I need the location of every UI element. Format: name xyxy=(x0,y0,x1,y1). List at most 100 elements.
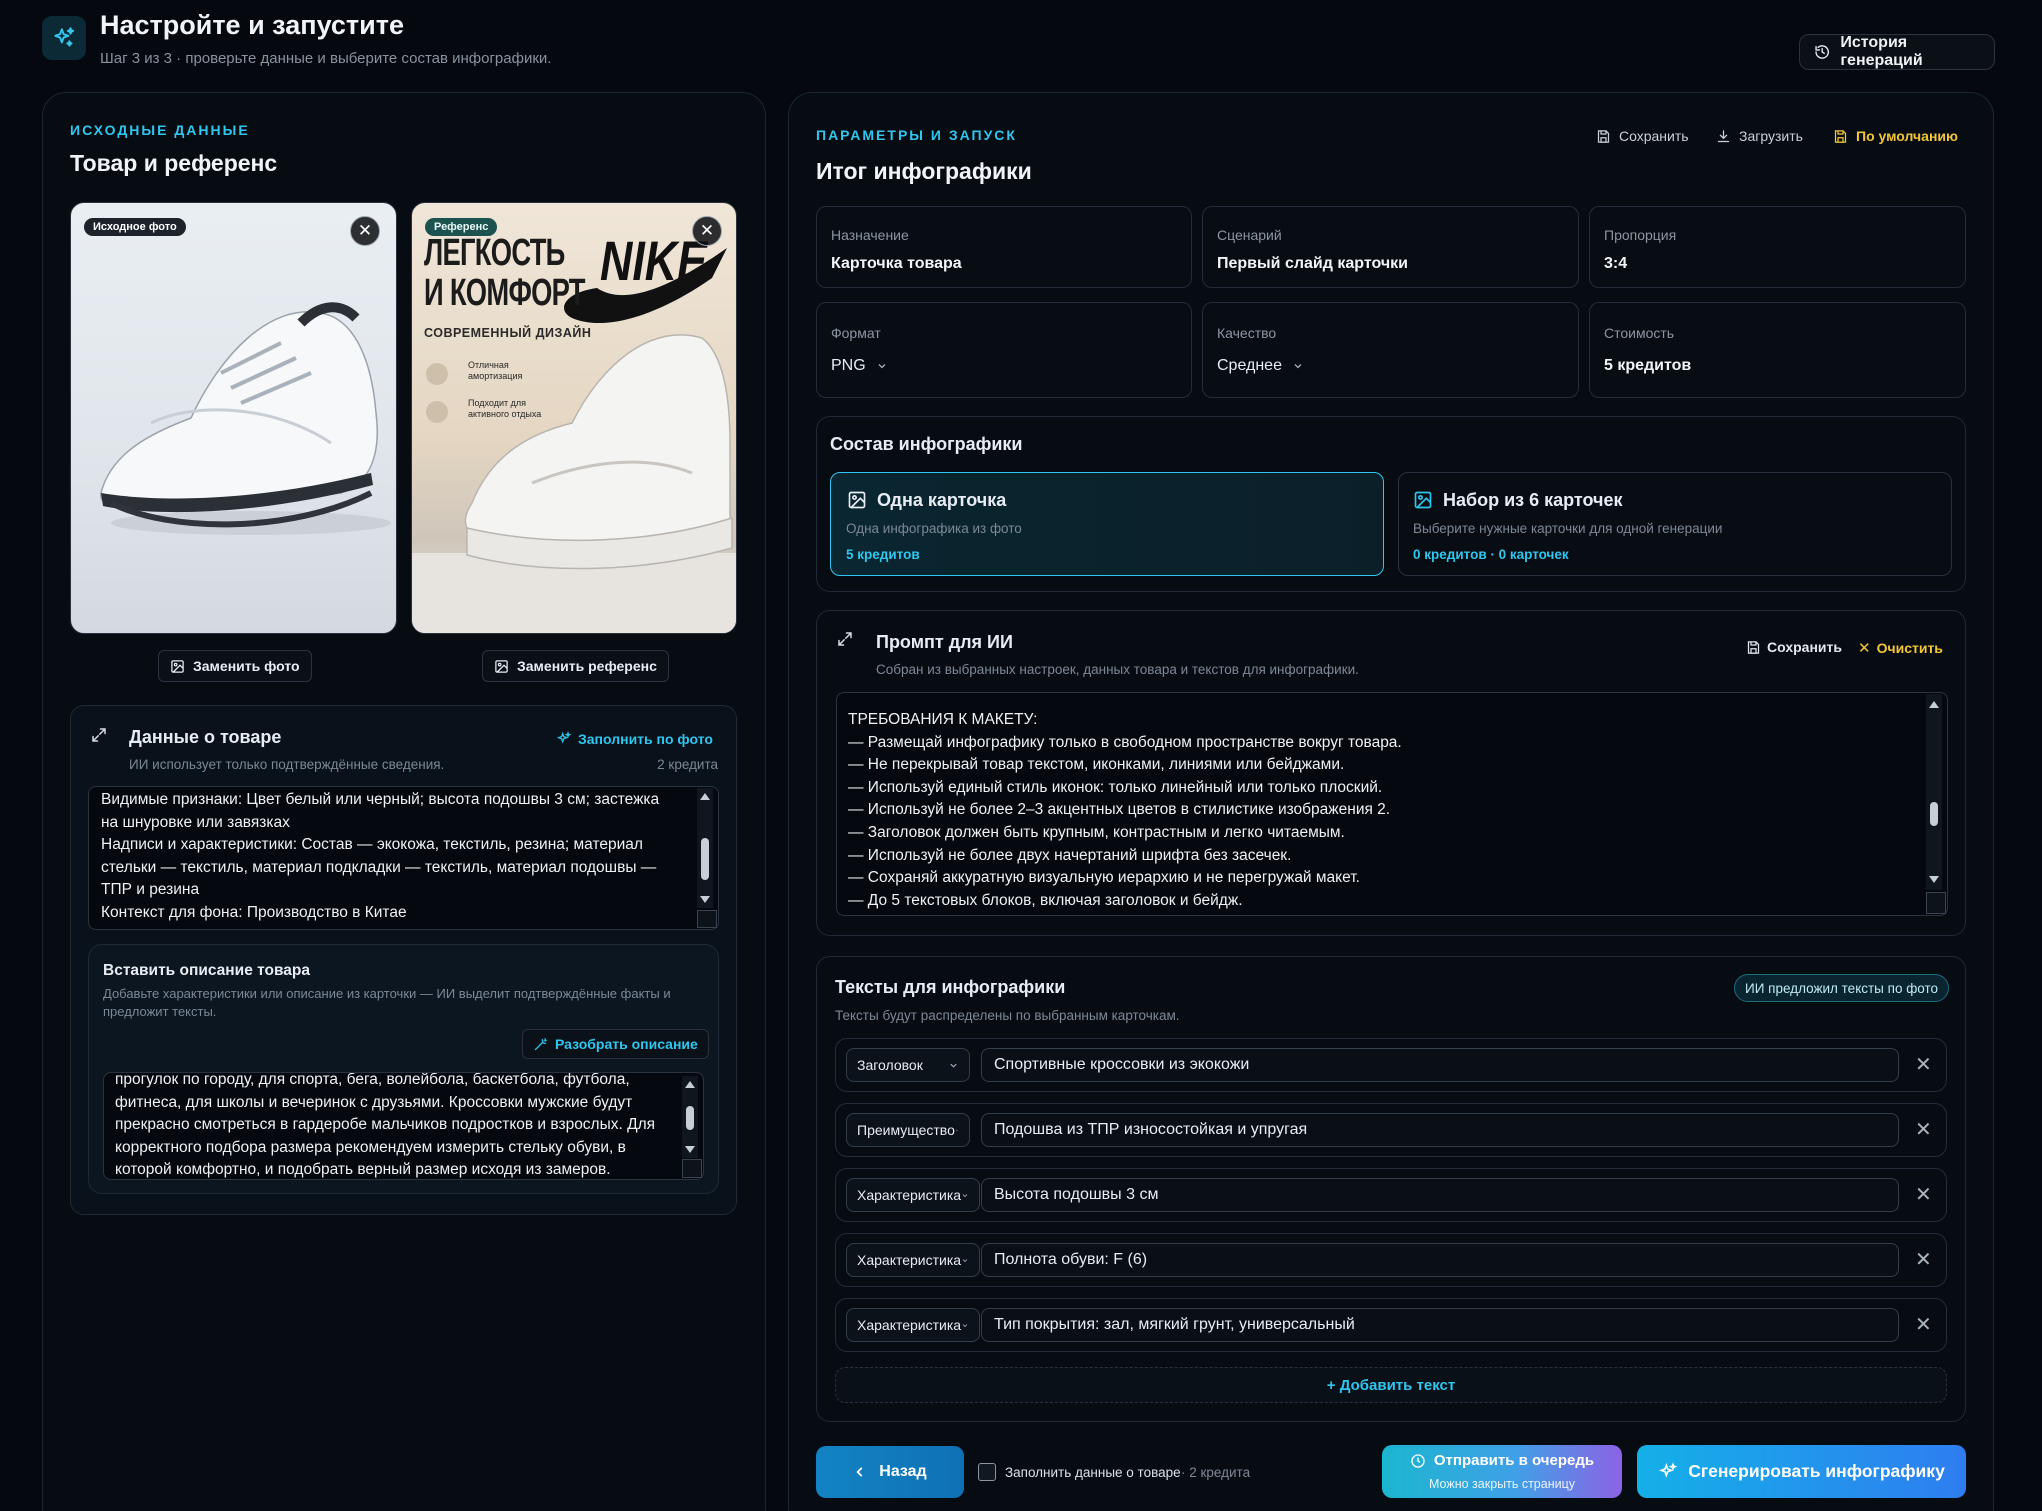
sneaker-photo-image xyxy=(100,302,391,535)
close-icon: ✕ xyxy=(1915,1119,1932,1141)
close-icon: ✕ xyxy=(699,221,715,240)
text-type-select[interactable]: Заголовок xyxy=(846,1048,970,1082)
texts-subtitle: Тексты будут распределены по выбранным к… xyxy=(835,1008,1180,1023)
remove-text-button[interactable]: ✕ xyxy=(1915,1117,1932,1142)
resize-handle[interactable] xyxy=(1926,892,1946,914)
text-type-select[interactable]: Характеристика xyxy=(846,1308,980,1342)
description-scrollbar[interactable] xyxy=(682,1076,698,1158)
description-line: фитнеса, для школы и вечеринок с друзьям… xyxy=(115,1093,633,1111)
text-row: Характеристика Тип покрытия: зал, мягкий… xyxy=(835,1298,1947,1352)
text-type-select[interactable]: Преимущество xyxy=(846,1113,970,1147)
text-value-input[interactable]: Спортивные кроссовки из экокожи xyxy=(981,1048,1899,1082)
parse-description-button[interactable]: Разобрать описание xyxy=(522,1029,709,1059)
text-value-input[interactable]: Тип покрытия: зал, мягкий грунт, универс… xyxy=(981,1308,1899,1342)
text-type-select[interactable]: Характеристика xyxy=(846,1178,980,1212)
remove-text-button[interactable]: ✕ xyxy=(1915,1312,1932,1337)
option-single-title: Одна карточка xyxy=(877,490,1007,510)
field-cost: Стоимость 5 кредитов xyxy=(1589,302,1966,398)
fill-from-photo-label: Заполнить по фото xyxy=(578,731,713,747)
queue-sublabel: Можно закрыть страницу xyxy=(1428,1477,1576,1491)
prompt-save-button[interactable]: Сохранить xyxy=(1746,639,1842,655)
queue-button[interactable]: Отправить в очередь Можно закрыть страни… xyxy=(1382,1445,1622,1498)
download-icon xyxy=(1717,129,1730,142)
product-data-line: ТПР и резина xyxy=(101,881,200,899)
description-line: прогулок по городу, для спорта, бега, во… xyxy=(115,1072,630,1088)
field-scenario-label: Сценарий xyxy=(1217,227,1282,243)
remove-reference-button[interactable]: ✕ xyxy=(692,216,722,246)
text-row: Характеристика Полнота обуви: F (6) ✕ xyxy=(835,1233,1947,1287)
text-value-input[interactable]: Полнота обуви: F (6) xyxy=(981,1243,1899,1277)
remove-text-button[interactable]: ✕ xyxy=(1915,1182,1932,1207)
quality-select[interactable]: Среднее xyxy=(1217,357,1304,375)
text-value-input[interactable]: Подошва из ТПР износостойкая и упругая xyxy=(981,1113,1899,1147)
reference-brand: NIKE xyxy=(600,229,708,292)
queue-label: Отправить в очередь xyxy=(1433,1452,1595,1469)
save-preset-button[interactable]: Сохранить xyxy=(1596,128,1689,144)
generate-label: Сгенерировать инфографику xyxy=(1688,1461,1945,1481)
fill-data-checkbox[interactable] xyxy=(978,1463,996,1481)
image-edit-icon xyxy=(495,659,508,673)
text-value: Полнота обуви: F (6) xyxy=(994,1251,1148,1268)
expand-icon[interactable] xyxy=(90,726,108,744)
texts-title: Тексты для инфографики xyxy=(835,977,1066,997)
replace-photo-button[interactable]: Заменить фото xyxy=(158,650,312,682)
close-icon: ✕ xyxy=(1858,640,1871,657)
product-data-line: Видимые признаки: Цвет белый или черный;… xyxy=(101,791,660,808)
load-preset-button[interactable]: Загрузить xyxy=(1716,128,1803,144)
resize-handle[interactable] xyxy=(682,1159,702,1178)
field-quality[interactable]: Качество Среднее xyxy=(1202,302,1579,398)
field-purpose-label: Назначение xyxy=(831,227,909,243)
field-scenario[interactable]: Сценарий Первый слайд карточки xyxy=(1202,206,1579,288)
text-value: Подошва из ТПР износостойкая и упругая xyxy=(994,1121,1308,1138)
app-logo xyxy=(42,16,86,60)
product-data-textarea[interactable]: Видимые признаки: Цвет белый или черный;… xyxy=(88,786,719,930)
close-icon: ✕ xyxy=(1915,1054,1932,1076)
prompt-line: — Не перекрывай товар текстом, иконками,… xyxy=(848,756,1345,774)
prompt-clear-label: Очистить xyxy=(1876,640,1943,656)
image-icon xyxy=(848,491,866,509)
option-single-card[interactable]: Одна карточка Одна инфографика из фото 5… xyxy=(830,472,1384,576)
defaults-button[interactable]: По умолчанию xyxy=(1833,128,1958,144)
field-purpose-value: Карточка товара xyxy=(831,255,962,272)
option-set-card[interactable]: Набор из 6 карточек Выберите нужные карт… xyxy=(1398,472,1952,576)
option-set-price: 0 кредитов · 0 карточек xyxy=(1413,547,1569,562)
remove-photo-button[interactable]: ✕ xyxy=(350,216,380,246)
expand-icon[interactable] xyxy=(836,630,854,648)
text-value-input[interactable]: Высота подошвы 3 см xyxy=(981,1178,1899,1212)
generate-button[interactable]: Сгенерировать инфографику xyxy=(1637,1445,1966,1498)
field-ratio[interactable]: Пропорция 3:4 xyxy=(1589,206,1966,288)
prompt-line: ТРЕБОВАНИЯ К МАКЕТУ: xyxy=(848,711,1038,728)
prompt-textarea[interactable]: ТРЕБОВАНИЯ К МАКЕТУ: — Размещай инфограф… xyxy=(836,692,1948,916)
reference-tag: Референс xyxy=(425,218,498,236)
format-select[interactable]: PNG xyxy=(831,357,888,375)
remove-text-button[interactable]: ✕ xyxy=(1915,1247,1932,1272)
product-data-line: стельки — текстиль, материал подкладки —… xyxy=(101,858,657,876)
close-icon: ✕ xyxy=(1915,1249,1932,1271)
history-button[interactable]: История генераций xyxy=(1799,34,1995,70)
text-type-select[interactable]: Характеристика xyxy=(846,1243,980,1277)
prompt-title: Промпт для ИИ xyxy=(876,632,1013,652)
description-line: прекрасно смотреться в гардеробе мальчик… xyxy=(115,1116,656,1134)
prompt-scrollbar[interactable] xyxy=(1926,694,1942,890)
replace-reference-button[interactable]: Заменить референс xyxy=(482,650,669,682)
prompt-line: — Используй не более 2–3 акцентных цвето… xyxy=(848,801,1391,819)
prompt-clear-button[interactable]: ✕ Очистить xyxy=(1858,639,1943,657)
field-scenario-value: Первый слайд карточки xyxy=(1217,255,1408,272)
prompt-subtitle: Собран из выбранных настроек, данных тов… xyxy=(876,662,1359,677)
field-format[interactable]: Формат PNG xyxy=(816,302,1192,398)
description-hint-1: Добавьте характеристики или описание из … xyxy=(103,986,671,1001)
chevron-down-icon xyxy=(955,1129,959,1131)
fill-from-photo-button[interactable]: Заполнить по фото xyxy=(556,731,713,747)
resize-handle[interactable] xyxy=(697,910,717,928)
add-text-button[interactable]: + Добавить текст xyxy=(835,1367,1947,1403)
prompt-line: — Используй единый стиль иконок: только … xyxy=(848,778,1383,796)
back-button[interactable]: Назад xyxy=(816,1446,964,1498)
field-purpose[interactable]: Назначение Карточка товара xyxy=(816,206,1192,288)
product-data-scrollbar[interactable] xyxy=(697,788,713,908)
params-section-title: Итог инфографики xyxy=(816,158,1032,184)
remove-text-button[interactable]: ✕ xyxy=(1915,1052,1932,1077)
description-textarea[interactable]: прогулок по городу, для спорта, бега, во… xyxy=(103,1072,704,1180)
option-set-title: Набор из 6 карточек xyxy=(1443,490,1623,510)
text-type-value: Характеристика xyxy=(857,1187,962,1203)
chevron-left-icon xyxy=(856,1467,863,1477)
